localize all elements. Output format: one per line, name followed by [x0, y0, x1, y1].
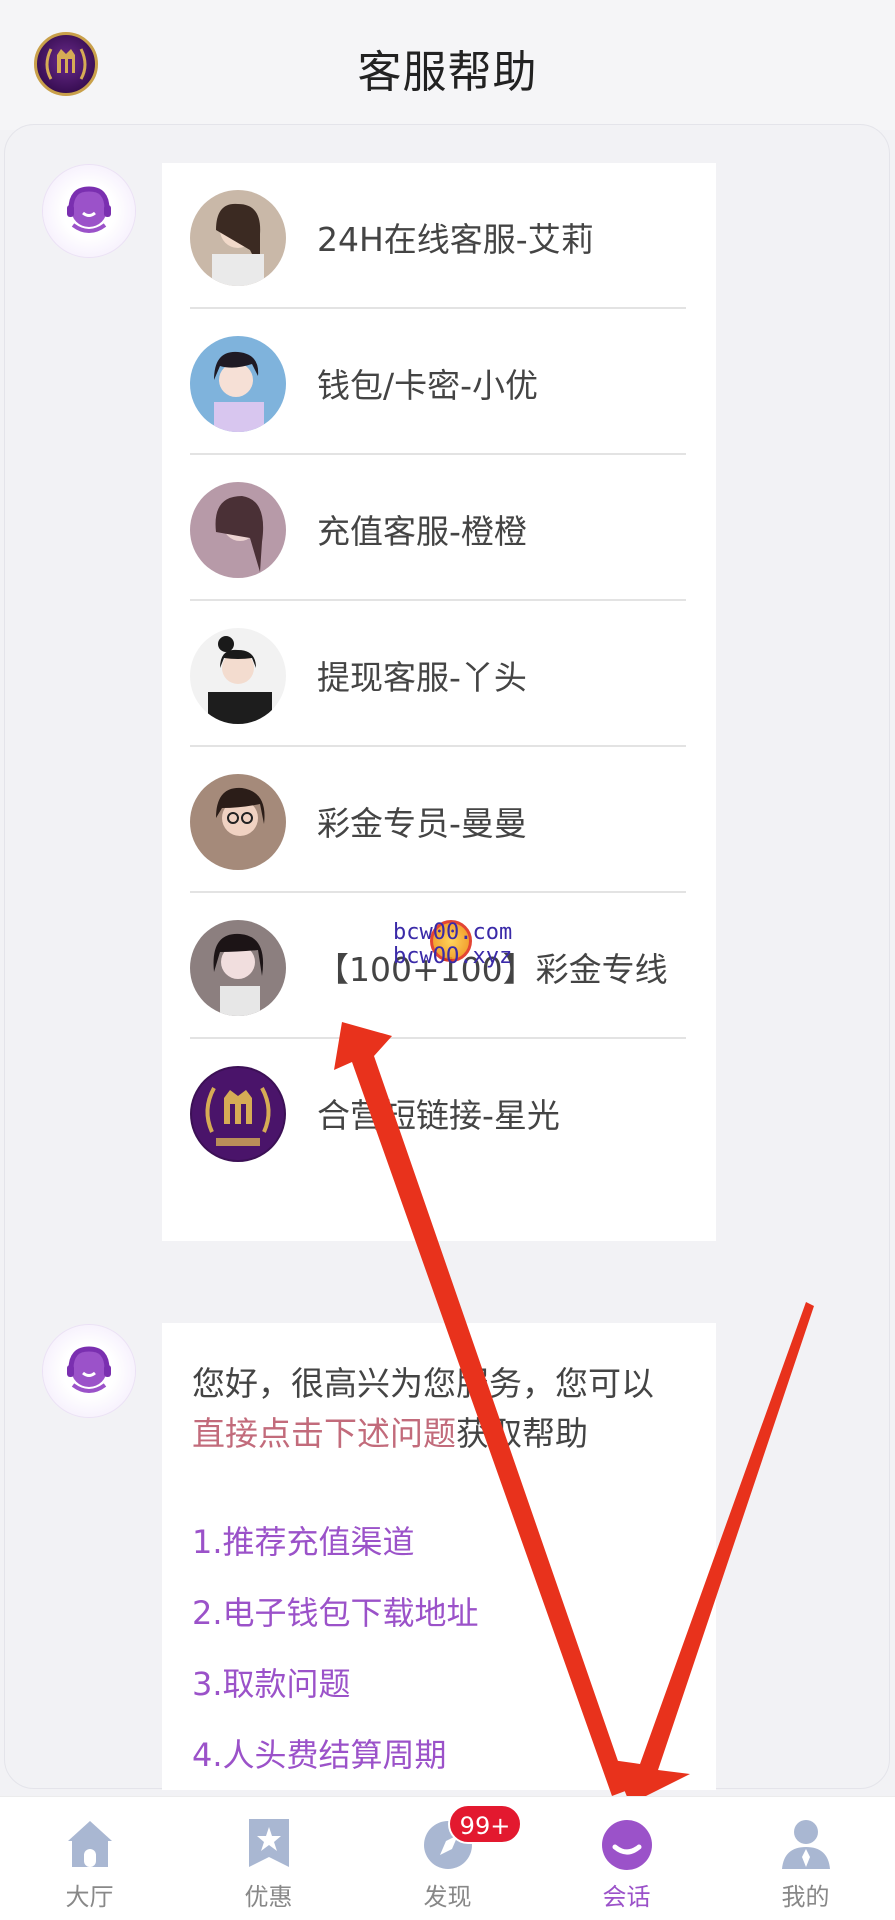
agent-name: 合营短链接-星光: [317, 1096, 560, 1135]
agent-photo-avatar: [190, 628, 286, 724]
agent-photo-avatar: [190, 920, 286, 1016]
nav-label: 优惠: [244, 1883, 293, 1911]
home-icon: [62, 1815, 118, 1871]
help-message-card: 您好，很高兴为您服务，您可以直接点击下述问题获取帮助 1.推荐充值渠道 2.电子…: [162, 1323, 716, 1790]
nav-item-promo[interactable]: 优惠: [179, 1797, 358, 1920]
header: 客服帮助: [0, 0, 895, 130]
page-title: 客服帮助: [357, 47, 538, 98]
agent-row[interactable]: 充值客服-橙橙: [190, 455, 686, 601]
faq-link[interactable]: 3.取款问题: [192, 1659, 351, 1705]
agent-row[interactable]: 24H在线客服-艾莉: [190, 163, 686, 309]
agent-name: 彩金专员-曼曼: [317, 804, 527, 843]
faq-link[interactable]: 2.电子钱包下载地址: [192, 1588, 479, 1634]
agent-photo-avatar: [190, 336, 286, 432]
faq-link[interactable]: 4.人头费结算周期: [192, 1730, 447, 1776]
profile-icon: [778, 1815, 834, 1871]
notification-badge: 99+: [448, 1804, 522, 1844]
agent-row[interactable]: 彩金专员-曼曼: [190, 747, 686, 893]
agent-name: 充值客服-橙橙: [317, 512, 527, 551]
agent-name: 钱包/卡密-小优: [317, 366, 539, 405]
greeting-intro: 您好，很高兴为您服务，您可以: [192, 1364, 654, 1403]
support-agent-icon: [43, 165, 135, 257]
watermark-line: bcwOO.xyz: [393, 944, 513, 969]
brand-logo-avatar: [190, 1066, 286, 1162]
nav-label: 大厅: [65, 1883, 114, 1911]
agent-photo-avatar: [190, 774, 286, 870]
agent-photo-avatar: [190, 482, 286, 578]
nav-item-mine[interactable]: 我的: [716, 1797, 895, 1920]
agent-row[interactable]: 合营短链接-星光: [190, 1039, 686, 1185]
nav-item-chat[interactable]: 会话: [537, 1797, 716, 1920]
support-agent-icon: [43, 1325, 135, 1417]
greeting-text: 您好，很高兴为您服务，您可以直接点击下述问题获取帮助: [192, 1359, 662, 1459]
watermark-line: bcw00.com: [393, 920, 513, 945]
star-icon: [241, 1815, 297, 1871]
greeting-highlight: 直接点击下述问题: [192, 1414, 456, 1453]
bottom-nav: 大厅 优惠 发现 会话 我的: [0, 1796, 895, 1920]
agent-name: 提现客服-丫头: [317, 658, 527, 697]
agent-name: 24H在线客服-艾莉: [317, 220, 594, 259]
agent-row[interactable]: 提现客服-丫头: [190, 601, 686, 747]
agent-photo-avatar: [190, 190, 286, 286]
chat-bubble-icon: [599, 1815, 655, 1871]
faq-link[interactable]: 1.推荐充值渠道: [192, 1517, 415, 1563]
nav-label: 发现: [423, 1883, 472, 1911]
nav-label: 会话: [602, 1883, 651, 1911]
agent-row[interactable]: 钱包/卡密-小优: [190, 309, 686, 455]
nav-label: 我的: [781, 1883, 830, 1911]
nav-item-lobby[interactable]: 大厅: [0, 1797, 179, 1920]
greeting-tail: 获取帮助: [456, 1414, 588, 1453]
agent-list-card: 24H在线客服-艾莉 钱包/卡密-小优 充值客服-橙橙 提现客服-丫头 彩金专员…: [162, 163, 716, 1241]
